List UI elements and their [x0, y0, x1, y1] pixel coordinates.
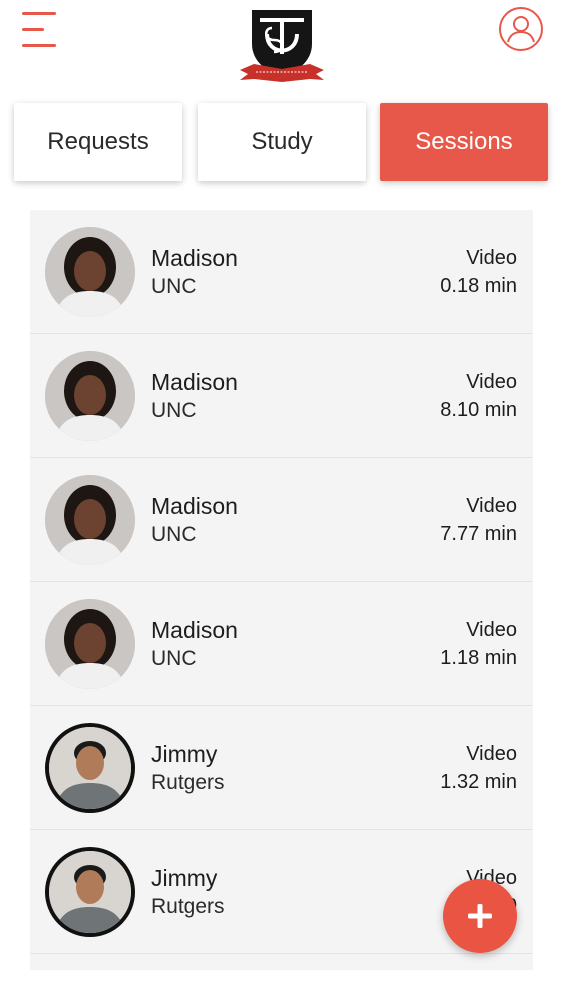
avatar: [45, 351, 135, 441]
session-name: Madison: [151, 617, 238, 643]
session-duration: 7.77 min: [440, 523, 517, 545]
session-row[interactable]: Jimmy Rutgers Video 1.32 min: [30, 706, 533, 830]
session-name: Madison: [151, 493, 238, 519]
session-school: Rutgers: [151, 895, 225, 918]
menu-bar-line: [22, 44, 56, 47]
session-name: Madison: [151, 369, 238, 395]
session-name: Madison: [151, 245, 238, 271]
user-profile-icon: [507, 16, 535, 43]
session-school: UNC: [151, 275, 197, 298]
session-row[interactable]: Madison UNC Video 1.18 min: [30, 582, 533, 706]
session-row[interactable]: Madison UNC Video 7.77 min: [30, 458, 533, 582]
session-duration: 8.10 min: [440, 399, 517, 421]
session-name: Jimmy: [151, 741, 218, 767]
top-bar: [0, 0, 563, 95]
session-type: Video: [466, 743, 517, 765]
university-logo-icon: [240, 10, 324, 82]
session-school: UNC: [151, 523, 197, 546]
tab-bar: Requests Study Sessions: [14, 103, 550, 181]
session-row[interactable]: Madison UNC Video 0.18 min: [30, 210, 533, 334]
avatar: [45, 847, 135, 937]
sessions-list: Madison UNC Video 0.18 min Madison UNC V…: [30, 210, 533, 970]
avatar: [45, 599, 135, 689]
menu-bar-line: [22, 28, 44, 31]
session-type: Video: [466, 619, 517, 641]
tab-sessions[interactable]: Sessions: [380, 103, 548, 181]
session-name: Jimmy: [151, 865, 218, 891]
avatar: [45, 227, 135, 317]
menu-button[interactable]: [22, 12, 60, 48]
add-session-button[interactable]: [443, 879, 517, 953]
session-duration: 1.18 min: [440, 647, 517, 669]
session-school: UNC: [151, 399, 197, 422]
menu-bar-line: [22, 12, 56, 15]
session-row[interactable]: Madison UNC Video 8.10 min: [30, 334, 533, 458]
session-duration: 1.32 min: [440, 771, 517, 793]
profile-button[interactable]: [499, 7, 543, 51]
tab-requests[interactable]: Requests: [14, 103, 182, 181]
session-school: UNC: [151, 647, 197, 670]
tab-study[interactable]: Study: [198, 103, 366, 181]
session-duration: 0.18 min: [440, 275, 517, 297]
session-type: Video: [466, 371, 517, 393]
plus-icon: [468, 904, 492, 928]
avatar: [45, 723, 135, 813]
avatar: [45, 475, 135, 565]
session-type: Video: [466, 495, 517, 517]
session-school: Rutgers: [151, 771, 225, 794]
session-type: Video: [466, 247, 517, 269]
